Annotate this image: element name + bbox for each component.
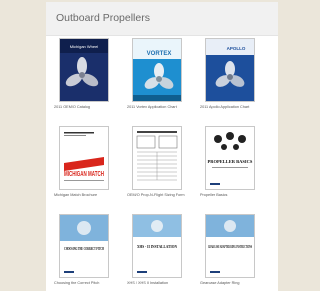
brochure-card-xhs-installation[interactable]: XHS - II INSTALLATION XHS / XHS II Insta… xyxy=(127,214,193,291)
brochure-thumbnail[interactable]: VORTEX xyxy=(132,38,182,102)
brochure-thumbnail[interactable]: MICHIGAN MATCH xyxy=(59,126,109,190)
brochure-caption[interactable]: Choosing the Correct Pitch xyxy=(54,281,132,285)
apollo-cover-image: APOLLO xyxy=(206,39,254,101)
brochure-card-michigan-match[interactable]: MICHIGAN MATCH Michigan Match Brochure xyxy=(54,126,120,206)
brochure-thumbnail[interactable]: Michigan Wheel xyxy=(59,38,109,102)
correct-pitch-cover-image: CHOOSING THE CORRECT PITCH xyxy=(60,215,108,277)
brochure-card-gearcase-ring[interactable]: GEARCASE ADAPTER RING INSTRUCTIONS Gearc… xyxy=(200,214,266,291)
brochure-card-oem-catalog[interactable]: Michigan Wheel 2011 OEM/O Catalog xyxy=(54,38,120,118)
cover-title: MICHIGAN MATCH xyxy=(64,171,104,178)
brochure-thumbnail[interactable] xyxy=(132,126,182,190)
brochure-card-propeller-basics[interactable]: PROPELLER BASICS Propeller Basics xyxy=(200,126,266,206)
brochure-thumbnail[interactable]: XHS - II INSTALLATION xyxy=(132,214,182,278)
cover-title: APOLLO xyxy=(227,46,246,51)
gearcase-ring-cover-image: GEARCASE ADAPTER RING INSTRUCTIONS xyxy=(206,215,254,277)
vortex-cover-image: VORTEX xyxy=(133,39,181,101)
brochure-card-apollo-chart[interactable]: APOLLO 2011 Apollo Application Chart xyxy=(200,38,266,118)
cover-title: Michigan Wheel xyxy=(70,44,99,49)
propeller-basics-cover-image: PROPELLER BASICS xyxy=(206,127,254,189)
brochure-thumbnail[interactable]: APOLLO xyxy=(205,38,255,102)
brochure-caption[interactable]: Propeller Basics xyxy=(200,193,278,197)
cover-title: XHS - II INSTALLATION xyxy=(137,244,177,249)
brochure-caption[interactable]: 2011 Apollo Application Chart xyxy=(200,105,278,109)
brochure-card-sizing-form[interactable]: OEM/O Prop-N-Flight Sizing Form xyxy=(127,126,193,206)
brochure-caption[interactable]: Michigan Match Brochure xyxy=(54,193,132,197)
brochure-caption[interactable]: 2011 OEM/O Catalog xyxy=(54,105,132,109)
cover-title: PROPELLER BASICS xyxy=(208,159,253,164)
brochure-thumbnail[interactable]: PROPELLER BASICS xyxy=(205,126,255,190)
propeller-cover-image: Michigan Wheel xyxy=(60,39,108,101)
brochure-thumbnail[interactable]: CHOOSING THE CORRECT PITCH xyxy=(59,214,109,278)
brochure-card-vortex-chart[interactable]: VORTEX 2011 Vortex Application Chart xyxy=(127,38,193,118)
cover-title: VORTEX xyxy=(147,51,172,57)
xhs-installation-cover-image: XHS - II INSTALLATION xyxy=(133,215,181,277)
brochure-caption[interactable]: XHS / XHS II Installation xyxy=(127,281,205,285)
panel-header: Outboard Propellers xyxy=(46,2,278,36)
brochure-card-correct-pitch[interactable]: CHOOSING THE CORRECT PITCH Choosing the … xyxy=(54,214,120,291)
michigan-match-cover-image: MICHIGAN MATCH xyxy=(60,127,108,189)
sizing-form-cover-image xyxy=(133,127,181,189)
brochure-caption[interactable]: OEM/O Prop-N-Flight Sizing Form xyxy=(127,193,205,197)
brochure-caption[interactable]: Gearcase Adapter Ring xyxy=(200,281,278,285)
page-title: Outboard Propellers xyxy=(56,12,150,24)
outboard-propellers-panel: Outboard Propellers Michigan Wheel 2011 … xyxy=(46,2,278,291)
cover-title: CHOOSING THE CORRECT PITCH xyxy=(64,247,104,251)
cover-title: GEARCASE ADAPTER RING INSTRUCTIONS xyxy=(208,245,252,249)
brochure-caption[interactable]: 2011 Vortex Application Chart xyxy=(127,105,205,109)
brochure-thumbnail[interactable]: GEARCASE ADAPTER RING INSTRUCTIONS xyxy=(205,214,255,278)
